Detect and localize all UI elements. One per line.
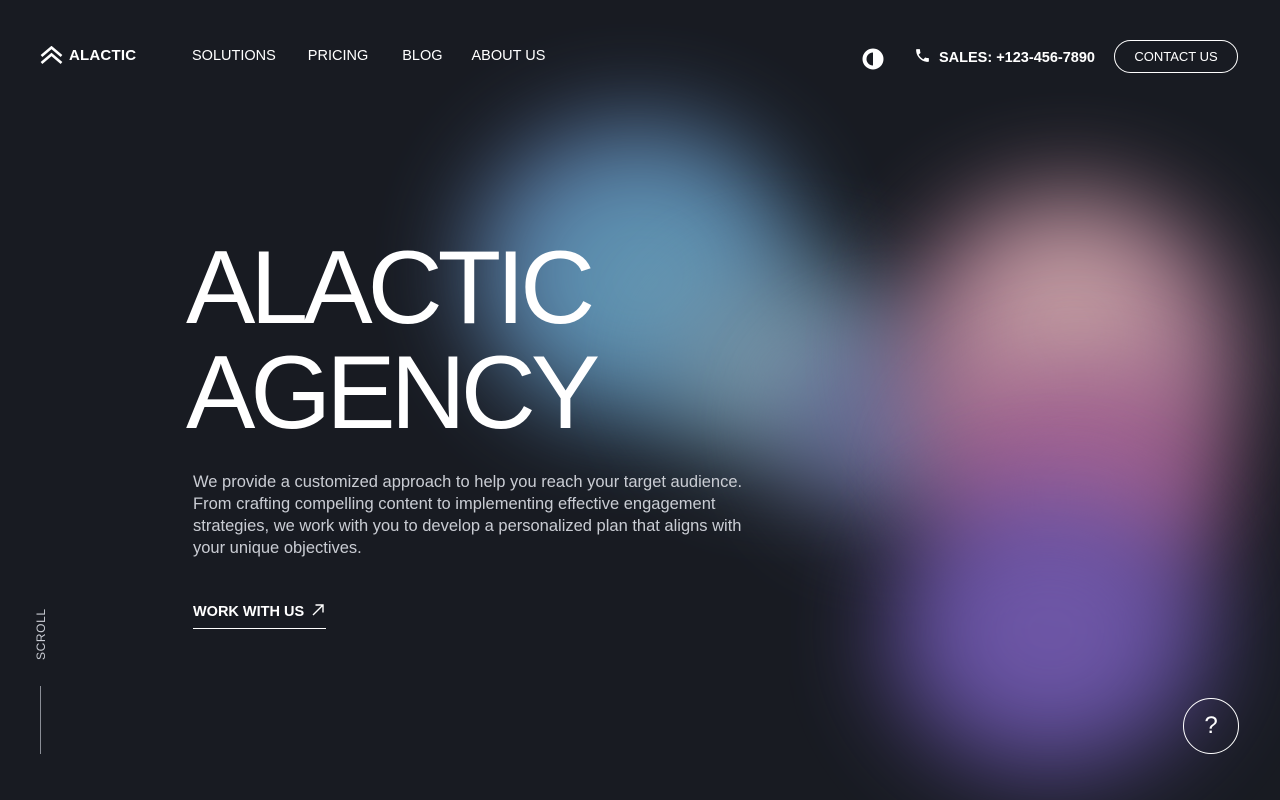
gradient-blob-violet xyxy=(880,480,1220,780)
scroll-line xyxy=(40,686,41,754)
contact-us-button[interactable]: CONTACT US xyxy=(1114,40,1238,73)
arrow-up-right-icon xyxy=(310,602,326,622)
nav-item-pricing[interactable]: PRICING xyxy=(308,48,368,64)
nav-item-blog[interactable]: BLOG xyxy=(402,48,442,64)
sales-phone-link[interactable]: SALES: +123-456-7890 xyxy=(914,47,1095,68)
double-chevron-up-logo-icon xyxy=(40,46,63,64)
nav-item-solutions[interactable]: SOLUTIONS xyxy=(192,48,276,64)
site-header: ALACTIC SOLUTIONS PRICING BLOG ABOUT US xyxy=(0,0,1280,114)
help-button[interactable]: ? xyxy=(1183,698,1239,754)
theme-toggle-button[interactable] xyxy=(862,48,884,70)
nav-item-about-us[interactable]: ABOUT US xyxy=(472,48,546,64)
hero-title-line-1: ALACTIC xyxy=(186,230,595,346)
hero-description: We provide a customized approach to help… xyxy=(193,473,743,557)
contrast-icon xyxy=(862,48,884,74)
sales-phone-text: SALES: +123-456-7890 xyxy=(939,49,1095,66)
hero-title-line-2: AGENCY xyxy=(186,335,600,451)
landing-page: ALACTIC SOLUTIONS PRICING BLOG ABOUT US xyxy=(0,0,1280,800)
question-mark-icon: ? xyxy=(1204,712,1218,739)
phone-icon xyxy=(914,47,931,68)
work-with-us-link[interactable]: WORK WITH US xyxy=(193,602,327,629)
scroll-label: SCROLL xyxy=(34,608,48,660)
brand-logo-link[interactable]: ALACTIC xyxy=(40,46,136,64)
brand-name: ALACTIC xyxy=(69,46,137,64)
hero-title: ALACTIC AGENCY xyxy=(186,230,600,451)
work-with-us-label: WORK WITH US xyxy=(193,604,305,620)
main-nav: SOLUTIONS PRICING BLOG ABOUT US xyxy=(192,48,545,64)
